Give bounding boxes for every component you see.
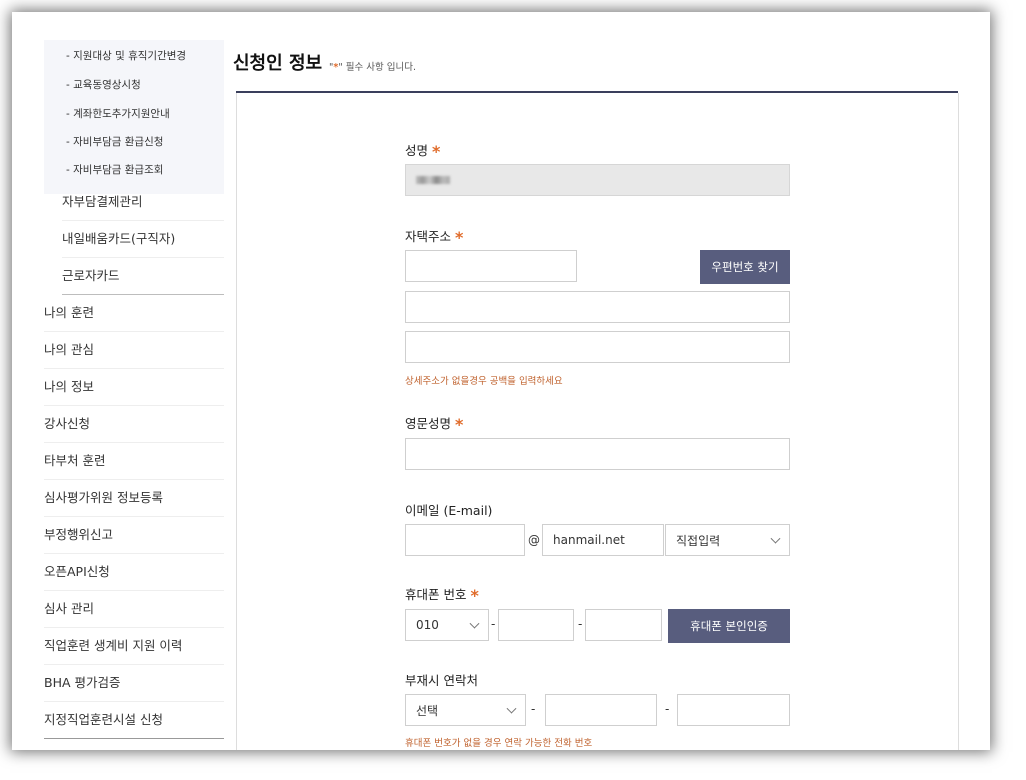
mobile-last-input[interactable] (585, 609, 662, 641)
chevron-down-icon (506, 703, 517, 714)
sidebar-item-evaluator-register[interactable]: 심사평가위원 정보등록 (44, 479, 224, 517)
mobile-middle-input[interactable] (498, 609, 574, 641)
sidebar-item-review-manage[interactable]: 심사 관리 (44, 590, 224, 628)
alt-phone-prefix-select[interactable]: 선택 (405, 694, 526, 726)
email-domain-select[interactable]: 직접입력 (665, 524, 790, 556)
email-domain-input[interactable]: hanmail.net (542, 524, 664, 556)
alt-phone-dash-2: - (665, 702, 670, 716)
required-note: "*" 필수 사항 입니다. (329, 59, 416, 73)
chevron-down-icon (469, 618, 480, 629)
sidebar-item-my-training[interactable]: 나의 훈련 (44, 294, 224, 332)
mobile-prefix-select[interactable]: 010 (405, 609, 489, 641)
sidebar-item-fraud-report[interactable]: 부정행위신고 (44, 516, 224, 554)
address-detail-input[interactable] (405, 331, 790, 363)
address-label: 자택주소 * (405, 226, 464, 247)
alt-phone-label: 부재시 연락처 (405, 673, 478, 688)
required-star-icon: * (432, 142, 441, 161)
name-field (405, 164, 790, 196)
address-hint: 상세주소가 없을경우 공백을 입력하세요 (405, 376, 563, 387)
zip-code-input[interactable] (405, 250, 577, 282)
alt-phone-prefix-value: 선택 (416, 703, 439, 718)
zip-search-button[interactable]: 우편번호 찾기 (700, 250, 790, 284)
mobile-prefix-value: 010 (416, 618, 439, 632)
english-name-label-text: 영문성명 (405, 416, 452, 431)
alt-phone-dash-1: - (531, 702, 536, 716)
required-note-text: " 필수 사항 입니다. (338, 62, 416, 73)
sidebar-subitem-refund-inquiry[interactable]: - 자비부담금 환급조회 (66, 162, 163, 177)
email-domain-value: hanmail.net (553, 533, 625, 547)
sidebar-subitem-period-change[interactable]: - 지원대상 및 휴직기간변경 (66, 48, 186, 63)
email-label: 이메일 (E-mail) (405, 503, 493, 518)
sidebar-item-jobseeker-card[interactable]: 내일배움카드(구직자) (62, 220, 224, 258)
sidebar-item-my-info[interactable]: 나의 정보 (44, 368, 224, 406)
required-star-icon: * (455, 415, 464, 434)
english-name-input[interactable] (405, 438, 790, 470)
sidebar-item-open-api[interactable]: 오픈API신청 (44, 553, 224, 591)
sidebar-item-self-payment[interactable]: 자부담결제관리 (62, 183, 224, 221)
required-star-icon: * (470, 586, 479, 605)
alt-phone-last-input[interactable] (677, 694, 790, 726)
alt-phone-middle-input[interactable] (545, 694, 657, 726)
required-star-icon: * (455, 228, 464, 247)
sidebar-item-bha-evaluation[interactable]: BHA 평가검증 (44, 664, 224, 702)
english-name-label: 영문성명 * (405, 413, 464, 434)
mobile-dash-1: - (491, 617, 496, 631)
sidebar-subitem-refund-request[interactable]: - 자비부담금 환급신청 (66, 134, 163, 149)
sidebar-item-my-interest[interactable]: 나의 관심 (44, 331, 224, 369)
sidebar-subitem-account-limit[interactable]: - 계좌한도추가지원안내 (66, 106, 170, 121)
email-domain-select-value: 직접입력 (676, 533, 721, 548)
address-line1-input[interactable] (405, 291, 790, 323)
sidebar-item-other-ministry[interactable]: 타부처 훈련 (44, 442, 224, 480)
sidebar-item-instructor-apply[interactable]: 강사신청 (44, 405, 224, 443)
browser-window: - 지원대상 및 휴직기간변경 - 교육동영상시청 - 계좌한도추가지원안내 -… (12, 12, 990, 750)
chevron-down-icon (770, 533, 781, 544)
alt-phone-hint: 휴대폰 번호가 없을 경우 연락 가능한 전화 번호 (405, 738, 593, 749)
address-label-text: 자택주소 (405, 229, 452, 244)
blurred-name-value (416, 176, 450, 184)
mobile-label: 휴대폰 번호 * (405, 584, 479, 605)
name-label-text: 성명 (405, 143, 429, 158)
mobile-dash-2: - (578, 617, 583, 631)
sidebar-item-living-cost-history[interactable]: 직업훈련 생계비 지원 이력 (44, 627, 224, 665)
sidebar-subitem-education-video[interactable]: - 교육동영상시청 (66, 77, 141, 92)
email-local-input[interactable] (405, 524, 525, 556)
sidebar-item-worker-card[interactable]: 근로자카드 (62, 257, 224, 295)
sidebar-item-facility-apply[interactable]: 지정직업훈련시설 신청 (44, 701, 224, 739)
mobile-label-text: 휴대폰 번호 (405, 587, 467, 602)
mobile-verify-button[interactable]: 휴대폰 본인인증 (668, 609, 790, 643)
name-label: 성명 * (405, 140, 441, 161)
email-at-sign: @ (528, 533, 540, 547)
page-title: 신청인 정보 (233, 53, 323, 74)
